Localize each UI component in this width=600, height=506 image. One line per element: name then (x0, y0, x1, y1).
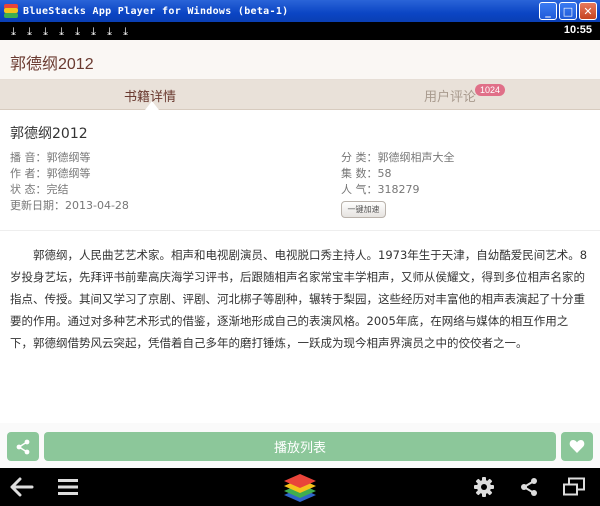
active-tab-indicator (145, 101, 159, 110)
meta-author: 作 者：郭德纲等 (10, 166, 129, 182)
tab-bar: 书籍详情 用户评论 (0, 80, 600, 110)
back-arrow-icon (10, 477, 34, 497)
playlist-button[interactable]: 播放列表 (44, 432, 556, 461)
meta-update-date: 更新日期：2013-04-28 (10, 198, 129, 214)
one-click-boost-button[interactable]: 一键加速 (341, 201, 386, 218)
divider (0, 230, 600, 231)
share-icon (16, 439, 30, 454)
download-icon: ⤓ (59, 24, 64, 38)
window-title: BlueStacks App Player for Windows (beta-… (23, 5, 289, 17)
multi-window-button[interactable] (558, 468, 590, 506)
close-button[interactable]: ✕ (579, 2, 597, 20)
bluestacks-app-icon (4, 4, 18, 18)
gear-icon (474, 477, 494, 497)
minimize-button[interactable]: _ (539, 2, 557, 20)
meta-category: 分 类：郭德纲相声大全 (341, 150, 455, 166)
download-icon: ⤓ (43, 24, 48, 38)
meta-value: 完结 (46, 183, 69, 196)
meta-label: 人 气： (341, 183, 378, 196)
meta-value: 郭德纲相声大全 (377, 151, 455, 164)
bluestacks-home-button[interactable] (280, 468, 320, 506)
meta-label: 更新日期： (10, 199, 65, 212)
page-title: 郭德纲2012 (10, 56, 94, 73)
tab-user-reviews[interactable]: 用户评论 (300, 80, 600, 110)
favorite-button[interactable] (561, 432, 593, 461)
menu-button[interactable] (52, 468, 84, 506)
share-button[interactable] (7, 432, 39, 461)
status-clock: 10:55 (563, 24, 592, 36)
download-icon: ⤓ (27, 24, 32, 38)
download-icon: ⤓ (75, 24, 80, 38)
meta-status: 状 态：完结 (10, 182, 129, 198)
meta-value: 2013-04-28 (65, 199, 129, 212)
download-icon: ⤓ (123, 24, 128, 38)
app-header: 郭德纲2012 (0, 40, 600, 80)
meta-value: 郭德纲等 (46, 151, 91, 164)
book-description: 郭德纲，人民曲艺艺术家。相声和电视剧演员、电视脱口秀主持人。1973年生于天津，… (10, 248, 588, 350)
android-status-bar: ⤓ ⤓ ⤓ ⤓ ⤓ ⤓ ⤓ ⤓ 10:55 (0, 22, 600, 40)
heart-icon (569, 440, 585, 453)
multi-window-icon (563, 477, 585, 496)
meta-value: 318279 (377, 183, 420, 196)
meta-label: 分 类： (341, 151, 378, 164)
download-icon: ⤓ (107, 24, 112, 38)
window-titlebar: BlueStacks App Player for Windows (beta-… (0, 0, 600, 22)
android-nav-bar (0, 468, 600, 506)
menu-icon (58, 479, 78, 495)
meta-popularity: 人 气：318279 (341, 182, 455, 198)
share-icon (521, 478, 537, 496)
meta-narrator: 播 音：郭德纲等 (10, 150, 129, 166)
review-count-badge: 1024 (475, 84, 506, 96)
action-bar: 播放列表 (0, 423, 600, 468)
bluestacks-logo-icon (284, 474, 316, 502)
settings-button[interactable] (470, 468, 498, 506)
download-icon: ⤓ (11, 24, 16, 38)
meta-label: 播 音： (10, 151, 47, 164)
back-button[interactable] (5, 468, 39, 506)
maximize-button[interactable]: □ (559, 2, 577, 20)
meta-label: 状 态： (10, 183, 47, 196)
meta-label: 作 者： (10, 167, 47, 180)
meta-label: 集 数： (341, 167, 378, 180)
meta-value: 郭德纲等 (46, 167, 91, 180)
download-notifications[interactable]: ⤓ ⤓ ⤓ ⤓ ⤓ ⤓ ⤓ ⤓ (9, 26, 130, 37)
download-icon: ⤓ (91, 24, 96, 38)
meta-value: 58 (377, 167, 392, 180)
meta-left-column: 播 音：郭德纲等 作 者：郭德纲等 状 态：完结 更新日期：2013-04-28 (10, 150, 129, 214)
meta-right-column: 分 类：郭德纲相声大全 集 数：58 人 气：318279 (341, 150, 455, 198)
meta-episodes: 集 数：58 (341, 166, 455, 182)
nav-share-button[interactable] (515, 468, 543, 506)
book-title: 郭德纲2012 (10, 126, 88, 142)
